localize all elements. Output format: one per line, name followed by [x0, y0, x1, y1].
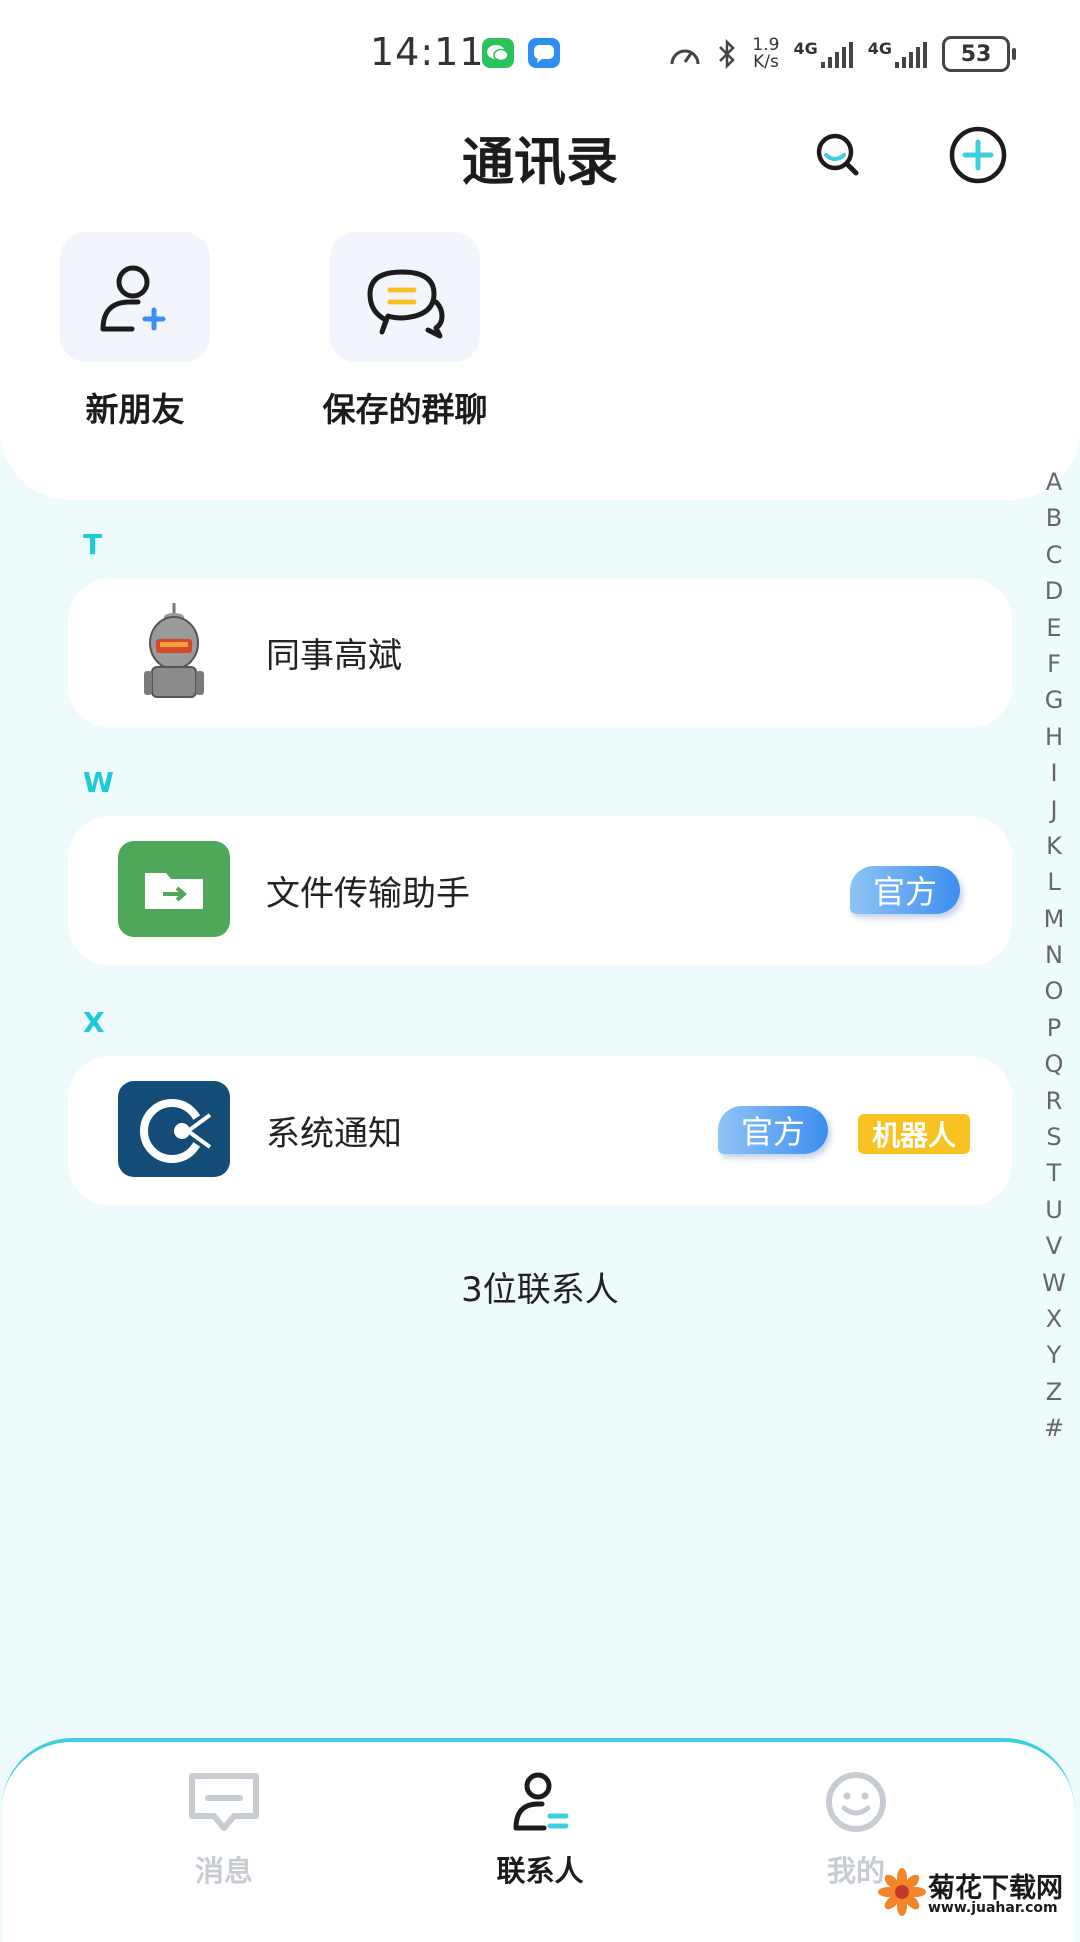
- index-letter[interactable]: I: [1038, 755, 1070, 791]
- index-letter[interactable]: P: [1038, 1010, 1070, 1046]
- index-letter[interactable]: #: [1038, 1410, 1070, 1446]
- contact-row-system-notice[interactable]: 系统通知 官方 机器人: [68, 1056, 1012, 1206]
- tab-contacts-label: 联系人: [496, 1854, 584, 1888]
- section-letter-t: T: [83, 528, 103, 561]
- folder-transfer-icon: [145, 873, 203, 909]
- alphabet-index[interactable]: A B C D E F G H I J K L M N O P Q R S T U V W X Y Z #: [1038, 464, 1070, 1447]
- contact-name: 同事高斌: [266, 636, 402, 676]
- smile-icon: [826, 1772, 886, 1832]
- signal-1: 4G: [793, 39, 853, 70]
- section-letter-x: X: [83, 1006, 105, 1039]
- signal-bars-icon: [820, 41, 853, 68]
- index-letter[interactable]: W: [1038, 1265, 1070, 1301]
- tab-messages-label: 消息: [194, 1854, 253, 1888]
- status-time: 14:11: [370, 30, 485, 74]
- new-friends-label: 新朋友: [85, 390, 185, 429]
- message-notification-icon: [528, 38, 560, 68]
- signal-2: 4G: [868, 39, 928, 70]
- index-letter[interactable]: Y: [1038, 1337, 1070, 1373]
- index-letter[interactable]: T: [1038, 1155, 1070, 1191]
- index-letter[interactable]: L: [1038, 864, 1070, 900]
- watermark: 菊花下载网 www.juahar.com: [878, 1866, 1078, 1918]
- search-button[interactable]: [808, 125, 868, 185]
- index-letter[interactable]: U: [1038, 1192, 1070, 1228]
- index-letter[interactable]: D: [1038, 573, 1070, 609]
- index-letter[interactable]: V: [1038, 1228, 1070, 1264]
- index-letter[interactable]: E: [1038, 610, 1070, 646]
- official-badge: 官方: [850, 866, 960, 914]
- message-icon: [189, 1773, 259, 1831]
- index-letter[interactable]: X: [1038, 1301, 1070, 1337]
- contact-row-file-transfer[interactable]: 文件传输助手 官方: [68, 816, 1012, 966]
- speedometer-icon: [670, 49, 700, 65]
- section-letter-w: W: [83, 766, 114, 799]
- index-letter[interactable]: H: [1038, 719, 1070, 755]
- flower-logo-icon: [878, 1868, 926, 1916]
- contact-name: 文件传输助手: [266, 874, 470, 914]
- new-friends-button[interactable]: [60, 232, 210, 362]
- watermark-url: www.juahar.com: [928, 1900, 1058, 1916]
- net-speed: 1.9 K/s: [752, 37, 779, 71]
- status-bar: 14:11 1.9 K/s 4G 4G 53: [0, 0, 1080, 110]
- tab-messages[interactable]: 消息: [124, 1770, 324, 1890]
- index-letter[interactable]: Q: [1038, 1046, 1070, 1082]
- plus-circle-icon: [949, 126, 1007, 184]
- signal-1-label: 4G: [793, 38, 818, 58]
- official-badge: 官方: [718, 1106, 828, 1154]
- index-letter[interactable]: S: [1038, 1119, 1070, 1155]
- avatar: [118, 841, 230, 937]
- battery-indicator: 53: [942, 36, 1016, 72]
- search-icon: [816, 133, 859, 176]
- contact-row-colleague[interactable]: 同事高斌: [68, 578, 1012, 728]
- bluetooth-icon: [719, 39, 736, 69]
- index-letter[interactable]: N: [1038, 937, 1070, 973]
- system-notice-logo-icon: [140, 1099, 212, 1163]
- add-button[interactable]: [948, 125, 1008, 185]
- index-letter[interactable]: M: [1038, 901, 1070, 937]
- signal-2-label: 4G: [867, 38, 892, 58]
- signal-bars-icon: [895, 41, 927, 68]
- index-letter[interactable]: O: [1038, 973, 1070, 1009]
- bot-badge: 机器人: [858, 1114, 970, 1154]
- status-right: 1.9 K/s 4G 4G 53: [668, 36, 1016, 72]
- index-letter[interactable]: Z: [1038, 1374, 1070, 1410]
- avatar: [118, 1081, 230, 1177]
- robot-avatar-icon: [144, 603, 204, 698]
- index-letter[interactable]: A: [1038, 464, 1070, 500]
- add-friend-icon: [100, 265, 166, 332]
- index-letter[interactable]: R: [1038, 1083, 1070, 1119]
- index-letter[interactable]: J: [1038, 792, 1070, 828]
- avatar: [118, 603, 230, 699]
- contacts-icon: [513, 1772, 569, 1831]
- index-letter[interactable]: K: [1038, 828, 1070, 864]
- net-speed-unit: K/s: [753, 52, 779, 72]
- wechat-notification-icon: [482, 38, 514, 68]
- group-chat-icon: [367, 269, 445, 339]
- saved-groups-button[interactable]: [330, 232, 480, 362]
- saved-groups-label: 保存的群聊: [322, 390, 488, 429]
- contact-count: 3位联系人: [461, 1270, 619, 1310]
- index-letter[interactable]: G: [1038, 682, 1070, 718]
- page-title: 通讯录: [461, 133, 618, 193]
- tab-contacts[interactable]: 联系人: [440, 1770, 640, 1890]
- contact-name: 系统通知: [266, 1114, 402, 1154]
- index-letter[interactable]: C: [1038, 537, 1070, 573]
- index-letter[interactable]: B: [1038, 500, 1070, 536]
- index-letter[interactable]: F: [1038, 646, 1070, 682]
